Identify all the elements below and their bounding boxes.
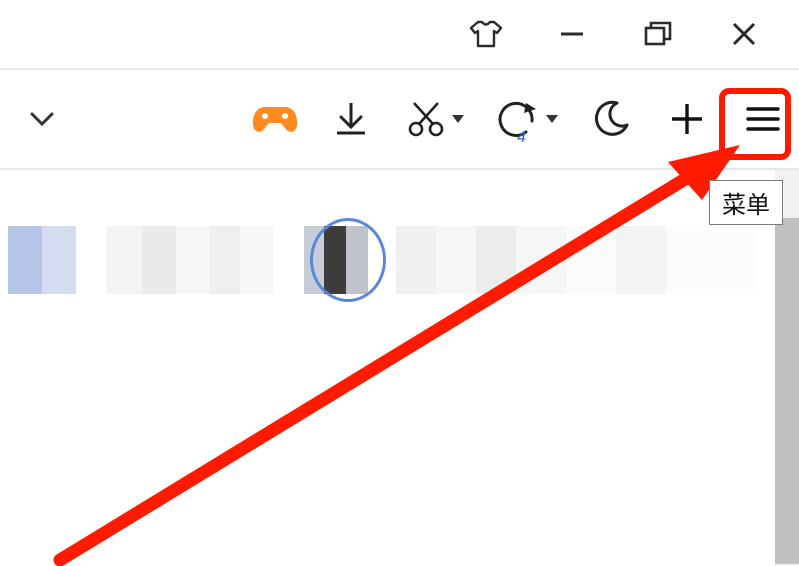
maximize-restore-icon (642, 19, 674, 49)
moon-icon (591, 99, 631, 139)
close-button[interactable] (727, 17, 761, 51)
browser-toolbar: 4 (0, 70, 799, 170)
night-mode-button[interactable] (587, 95, 635, 143)
hamburger-menu-icon (743, 103, 783, 135)
downloads-button[interactable] (327, 95, 375, 143)
menu-tooltip-text: 菜单 (722, 192, 770, 219)
maximize-restore-button[interactable] (641, 17, 675, 51)
tshirt-icon (469, 19, 503, 49)
refresh-dropdown-caret (546, 115, 558, 123)
menu-button[interactable] (739, 95, 787, 143)
blurred-bookmark-strip (8, 226, 765, 294)
screenshot-button[interactable] (403, 95, 467, 143)
screenshot-dropdown-caret (452, 115, 464, 123)
download-icon (331, 99, 371, 139)
scrollbar-thumb[interactable] (775, 218, 799, 564)
minimize-button[interactable] (555, 17, 589, 51)
close-icon (729, 19, 759, 49)
menu-tooltip: 菜单 (709, 180, 783, 225)
minimize-icon (557, 19, 587, 49)
refresh-count-badge: 4 (517, 129, 526, 147)
scissors-icon (406, 99, 446, 139)
site-dropdown[interactable] (18, 95, 66, 143)
new-tab-button[interactable] (663, 95, 711, 143)
refresh-button[interactable]: 4 (495, 95, 559, 143)
game-center-button[interactable] (251, 95, 299, 143)
plus-icon (667, 99, 707, 139)
window-controls-bar (0, 0, 799, 70)
game-controller-icon (251, 101, 299, 137)
chevron-down-icon (28, 110, 56, 128)
customize-skin-button[interactable] (469, 17, 503, 51)
